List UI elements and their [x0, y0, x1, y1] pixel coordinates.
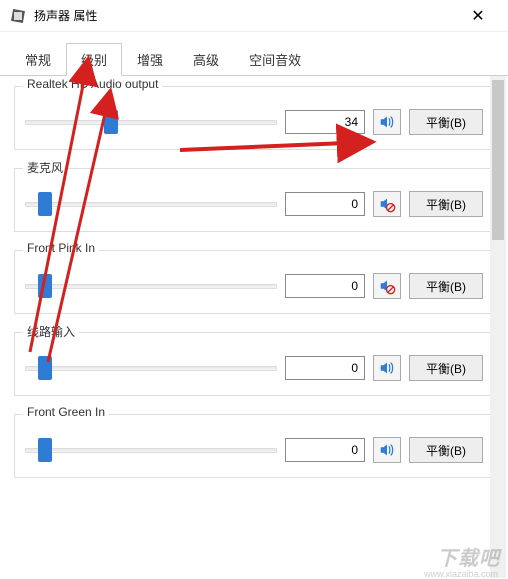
- app-icon: [10, 8, 26, 24]
- speaker-icon: [378, 113, 396, 131]
- volume-value[interactable]: [285, 192, 365, 216]
- speaker-icon: [378, 359, 396, 377]
- group-title: 麦克风: [23, 159, 67, 176]
- volume-slider[interactable]: [25, 109, 277, 135]
- tab-spatial[interactable]: 空间音效: [234, 43, 316, 76]
- balance-button[interactable]: 平衡(B): [409, 191, 483, 217]
- volume-group-line-in: 线路输入 平衡(B): [14, 332, 494, 396]
- volume-slider[interactable]: [25, 355, 277, 381]
- speaker-icon: [378, 441, 396, 459]
- mute-button[interactable]: [373, 355, 401, 381]
- volume-slider[interactable]: [25, 191, 277, 217]
- group-title: Realtek HD Audio output: [23, 77, 162, 91]
- tabs: 常规 级别 增强 高级 空间音效: [0, 32, 508, 76]
- balance-button[interactable]: 平衡(B): [409, 437, 483, 463]
- titlebar: 扬声器 属性 ✕: [0, 0, 508, 32]
- volume-value[interactable]: [285, 356, 365, 380]
- tab-content: Realtek HD Audio output 平衡(B) 麦克风 平衡(B): [0, 76, 508, 578]
- volume-value[interactable]: [285, 274, 365, 298]
- tab-advanced[interactable]: 高级: [178, 43, 234, 76]
- speaker-muted-icon: [378, 277, 396, 295]
- balance-button[interactable]: 平衡(B): [409, 109, 483, 135]
- balance-button[interactable]: 平衡(B): [409, 355, 483, 381]
- volume-value[interactable]: [285, 438, 365, 462]
- balance-button[interactable]: 平衡(B): [409, 273, 483, 299]
- group-title: Front Pink In: [23, 241, 99, 255]
- volume-value[interactable]: [285, 110, 365, 134]
- scrollbar-thumb[interactable]: [492, 80, 504, 240]
- tab-general[interactable]: 常规: [10, 43, 66, 76]
- volume-group-front-pink: Front Pink In 平衡(B): [14, 250, 494, 314]
- mute-button[interactable]: [373, 191, 401, 217]
- tab-levels[interactable]: 级别: [66, 43, 122, 76]
- speaker-muted-icon: [378, 195, 396, 213]
- mute-button[interactable]: [373, 109, 401, 135]
- window-title: 扬声器 属性: [34, 7, 458, 24]
- volume-group-front-green: Front Green In 平衡(B): [14, 414, 494, 478]
- group-title: 线路输入: [23, 323, 79, 340]
- volume-group-mic: 麦克风 平衡(B): [14, 168, 494, 232]
- volume-group-output: Realtek HD Audio output 平衡(B): [14, 86, 494, 150]
- vertical-scrollbar[interactable]: [490, 76, 506, 578]
- volume-slider[interactable]: [25, 437, 277, 463]
- mute-button[interactable]: [373, 273, 401, 299]
- mute-button[interactable]: [373, 437, 401, 463]
- close-button[interactable]: ✕: [458, 6, 498, 26]
- volume-slider[interactable]: [25, 273, 277, 299]
- group-title: Front Green In: [23, 405, 109, 419]
- tab-enhance[interactable]: 增强: [122, 43, 178, 76]
